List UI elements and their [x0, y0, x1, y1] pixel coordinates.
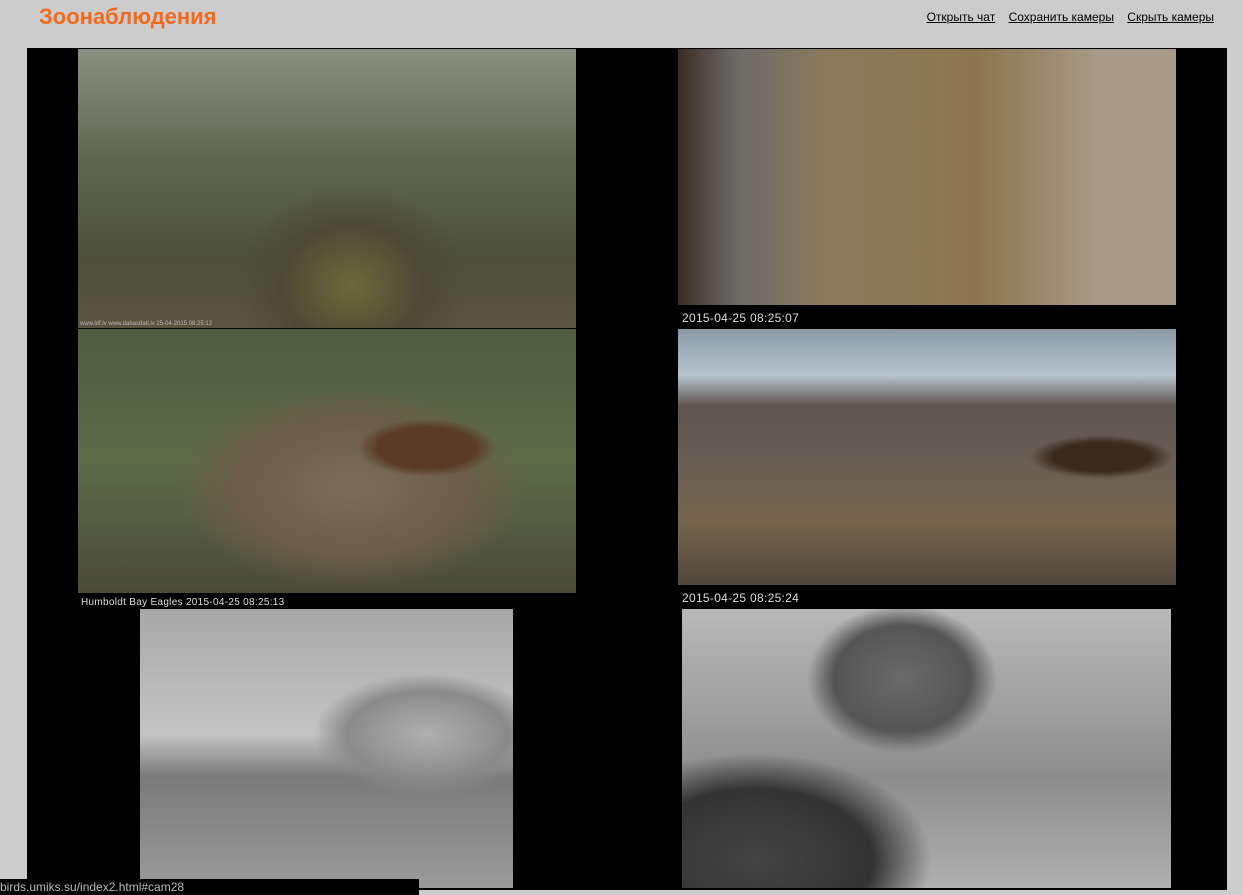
- save-cameras-link[interactable]: Сохранить камеры: [1009, 10, 1114, 24]
- camera-owl-box-2[interactable]: [682, 609, 1171, 888]
- camera-humboldt-bay-eagles[interactable]: [78, 329, 576, 593]
- camera-owl-box-1[interactable]: [140, 609, 513, 888]
- camera-stork-nest[interactable]: www.ldf.lv www.dabasdati.lv 25-04-2015 0…: [78, 49, 576, 328]
- camera-caption: Humboldt Bay Eagles 2015-04-25 08:25:13: [81, 597, 285, 608]
- camera-eagle-rock[interactable]: [678, 329, 1176, 585]
- status-bar-url: birds.umiks.su/index2.html#cam28: [0, 879, 419, 895]
- hide-cameras-link[interactable]: Скрыть камеры: [1127, 10, 1214, 24]
- site-logo[interactable]: Зоонаблюдения: [39, 4, 217, 30]
- camera-timestamp: 2015-04-25 08:25:24: [682, 591, 800, 605]
- camera-eagle-nest-coast[interactable]: [678, 49, 1176, 305]
- header-links: Открыть чат Сохранить камеры Скрыть каме…: [917, 10, 1214, 24]
- camera-timestamp: 2015-04-25 08:25:07: [682, 311, 800, 325]
- camera-overlay-text: www.ldf.lv www.dabasdati.lv 25-04-2015 0…: [80, 321, 213, 327]
- open-chat-link[interactable]: Открыть чат: [927, 10, 996, 24]
